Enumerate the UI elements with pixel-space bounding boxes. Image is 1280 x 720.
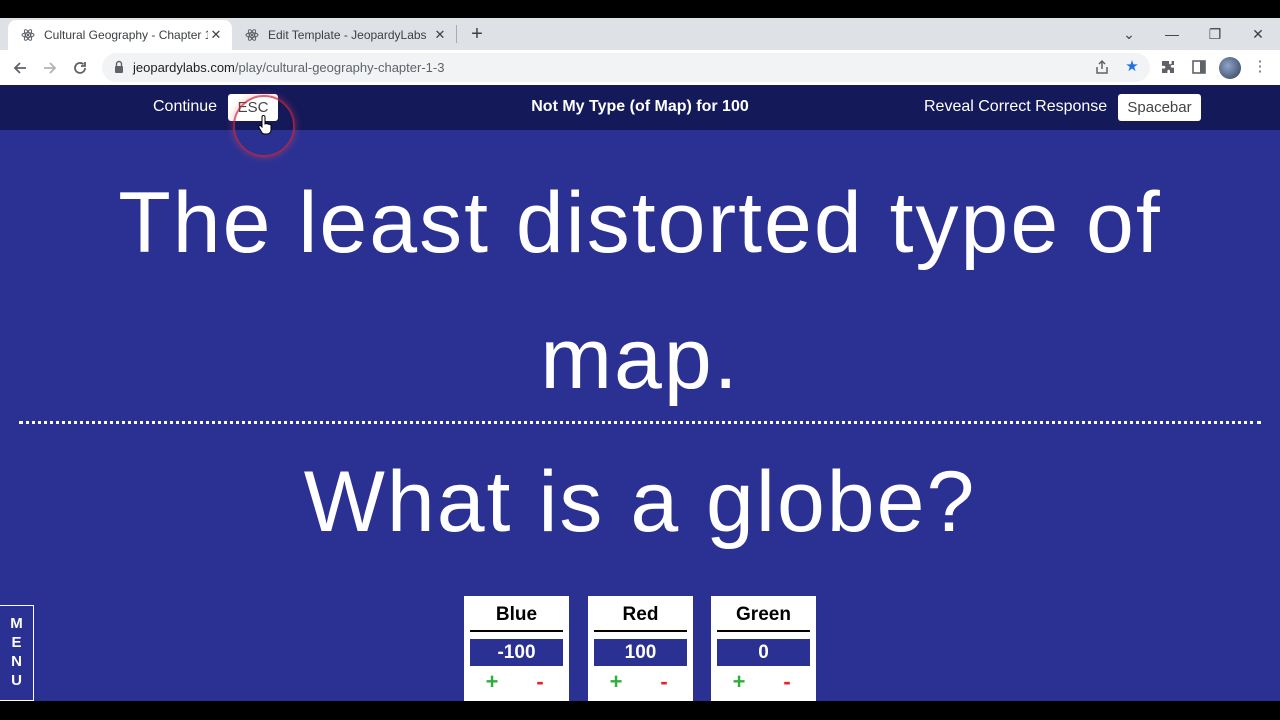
add-points-button[interactable]: + [606,670,626,694]
react-logo-icon [244,27,260,43]
tab-title: Edit Template - JeopardyLabs [268,28,427,42]
close-window-button[interactable]: ✕ [1246,22,1270,46]
spacebar-button[interactable]: Spacebar [1118,94,1201,121]
share-icon[interactable] [1092,57,1112,77]
back-icon[interactable] [9,57,31,79]
menu-button[interactable]: M E N U [0,605,34,701]
tab-separator [456,25,457,43]
tab-title: Cultural Geography - Chapter 1 J [44,28,208,42]
restore-button[interactable]: ❐ [1203,22,1227,46]
jeopardy-page: Continue ESC Not My Type (of Map) for 10… [0,85,1280,701]
tab-cultural-geography[interactable]: Cultural Geography - Chapter 1 J ✕ [8,20,232,50]
sidepanel-icon[interactable] [1189,57,1209,77]
team-name[interactable]: Red [594,604,687,632]
divider [19,421,1261,424]
react-logo-icon [20,27,36,43]
forward-icon[interactable] [39,57,61,79]
close-icon[interactable]: ✕ [208,27,224,43]
reveal-label[interactable]: Reveal Correct Response [924,98,1107,116]
url-domain: jeopardylabs.com [133,60,235,75]
team-score[interactable]: 100 [594,639,687,666]
subtract-points-button[interactable]: - [530,670,550,694]
team-score[interactable]: 0 [717,639,810,666]
more-icon[interactable]: ⋮ [1250,57,1270,77]
team-score[interactable]: -100 [470,639,563,666]
team-name[interactable]: Green [717,604,810,632]
hand-cursor-icon [258,115,272,135]
tab-edit-template[interactable]: Edit Template - JeopardyLabs ✕ [232,20,456,50]
lock-icon [115,60,123,73]
extensions-icon[interactable] [1158,57,1178,77]
address-bar[interactable]: jeopardylabs.com/play/cultural-geography… [102,53,1150,82]
reload-icon[interactable] [69,57,91,79]
browser-toolbar: jeopardylabs.com/play/cultural-geography… [0,50,1280,85]
answer-text: What is a globe? [303,454,977,550]
avatar[interactable] [1219,57,1241,79]
tab-strip: Cultural Geography - Chapter 1 J ✕ Edit … [0,18,1280,50]
team-card-blue: Blue -100 + - [464,596,569,701]
clue-header: Continue ESC Not My Type (of Map) for 10… [0,85,1280,130]
star-icon[interactable]: ★ [1122,57,1142,77]
clue-text: The least distorted type of map. [118,175,1162,407]
menu-letter: N [11,653,22,670]
team-card-red: Red 100 + - [588,596,693,701]
add-points-button[interactable]: + [482,670,502,694]
subtract-points-button[interactable]: - [777,670,797,694]
add-points-button[interactable]: + [729,670,749,694]
menu-letter: U [11,672,22,689]
close-icon[interactable]: ✕ [432,27,448,43]
team-name[interactable]: Blue [470,604,563,632]
url-path: /play/cultural-geography-chapter-1-3 [234,60,445,75]
team-card-green: Green 0 + - [711,596,816,701]
menu-letter: M [10,615,23,632]
url-text: jeopardylabs.com/play/cultural-geography… [133,60,444,75]
screen: Cultural Geography - Chapter 1 J ✕ Edit … [0,0,1280,720]
subtract-points-button[interactable]: - [654,670,674,694]
tab-search-button[interactable]: ⌄ [1117,22,1141,46]
menu-letter: E [11,634,22,651]
new-tab-button[interactable]: + [467,24,487,44]
minimize-button[interactable]: — [1160,22,1184,46]
